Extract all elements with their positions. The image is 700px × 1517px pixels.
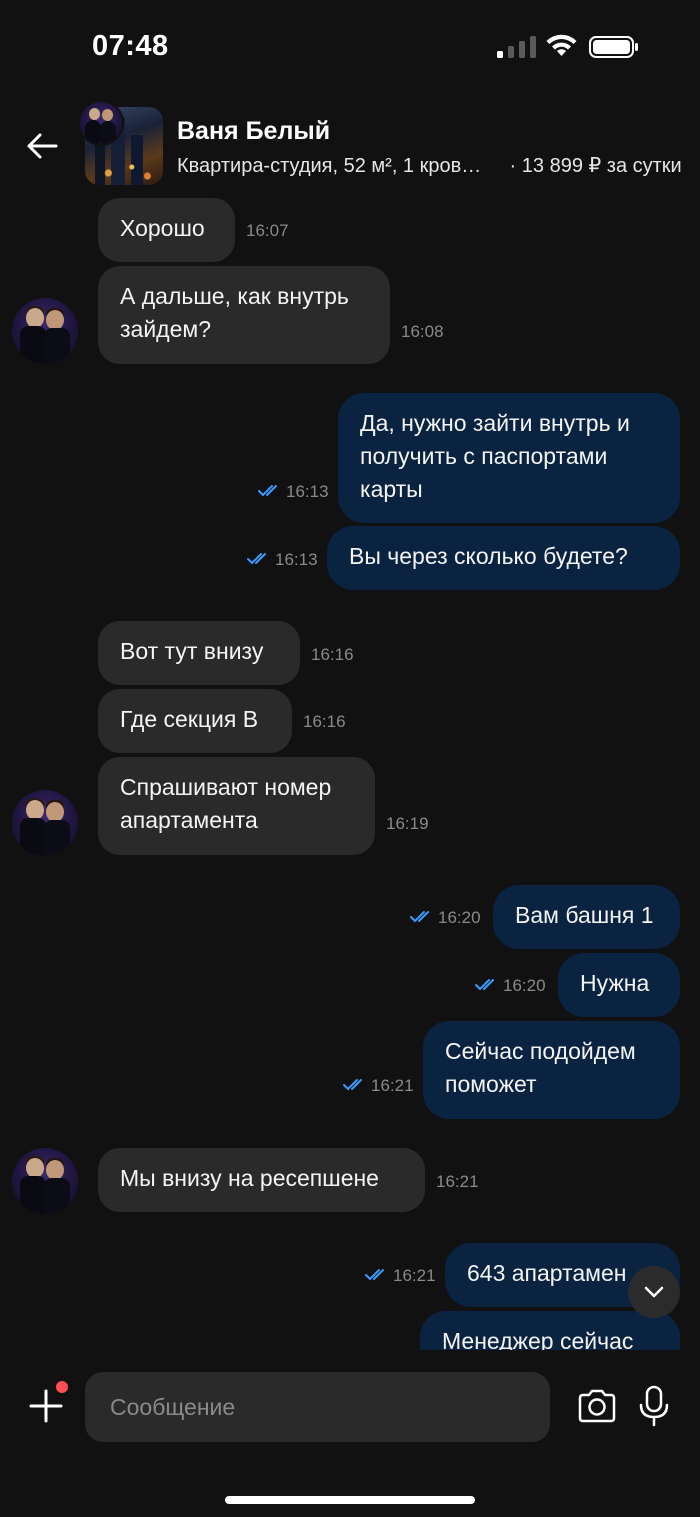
attach-plus-icon[interactable]	[28, 1388, 64, 1424]
message-text: Вот тут внизу	[120, 638, 264, 664]
message-time: 16:08	[401, 322, 444, 341]
message-bubble-outgoing[interactable]: Сейчас подойдем поможет	[423, 1021, 680, 1119]
read-checkmarks-icon	[258, 485, 277, 497]
message-time: 16:21	[436, 1172, 479, 1191]
message-text: Спрашивают номер апартамента	[120, 774, 332, 833]
notification-dot	[56, 1381, 68, 1393]
message-input-container[interactable]	[85, 1372, 550, 1442]
read-checkmarks-icon	[410, 911, 429, 923]
wifi-icon	[546, 34, 577, 56]
message-input[interactable]	[85, 1372, 550, 1442]
message-bubble-incoming[interactable]: Спрашивают номер апартамента	[98, 757, 375, 855]
chat-contact-name[interactable]: Ваня Белый	[177, 117, 330, 146]
message-text: Сейчас подойдем поможет	[445, 1038, 636, 1097]
message-bubble-outgoing[interactable]: Вам башня 1	[493, 885, 680, 949]
listing-title: Квартира-студия, 52 м², 1 кров…	[177, 155, 482, 177]
message-time: 16:13	[286, 482, 329, 501]
host-avatar-small	[78, 100, 124, 146]
message-time: 16:20	[438, 908, 481, 927]
message-text: Мы внизу на ресепшене	[120, 1165, 379, 1191]
message-time: 16:21	[393, 1266, 436, 1285]
message-time: 16:21	[371, 1076, 414, 1095]
battery-icon	[589, 36, 638, 58]
chevron-down-icon	[644, 1286, 664, 1298]
message-text: 643 апартамен	[467, 1260, 627, 1286]
back-arrow-icon[interactable]	[24, 128, 60, 164]
sender-avatar[interactable]	[12, 1148, 78, 1214]
message-time: 16:07	[246, 221, 289, 240]
read-checkmarks-icon	[343, 1079, 362, 1091]
home-indicator	[225, 1496, 475, 1504]
message-text: Хорошо	[120, 215, 205, 241]
cellular-signal-icon	[497, 36, 536, 58]
message-bubble-incoming[interactable]: А дальше, как внутрь зайдем?	[98, 266, 390, 364]
message-bubble-incoming[interactable]: Вот тут внизу	[98, 621, 300, 685]
sender-avatar[interactable]	[12, 298, 78, 364]
message-text: Вы через сколько будете?	[349, 543, 628, 569]
message-time: 16:16	[311, 645, 354, 664]
listing-summary[interactable]: Квартира-студия, 52 м², 1 кров… · 13 899…	[177, 153, 682, 178]
listing-price: · 13 899 ₽ за сутки	[504, 155, 682, 177]
microphone-icon[interactable]	[638, 1385, 670, 1427]
read-checkmarks-icon	[247, 553, 266, 565]
message-time: 16:20	[503, 976, 546, 995]
message-bubble-outgoing[interactable]: Да, нужно зайти внутрь и получить с пасп…	[338, 393, 680, 523]
scroll-to-bottom-button[interactable]	[628, 1266, 680, 1318]
message-bubble-incoming[interactable]: Хорошо	[98, 198, 235, 262]
message-text: Вам башня 1	[515, 902, 654, 928]
message-time: 16:16	[303, 712, 346, 731]
status-time: 07:48	[92, 30, 169, 62]
message-bubble-incoming[interactable]: Где секция В	[98, 689, 292, 753]
message-time: 16:19	[386, 814, 429, 833]
message-time: 16:13	[275, 550, 318, 569]
message-bubble-outgoing[interactable]: Вы через сколько будете?	[327, 526, 680, 590]
camera-icon[interactable]	[576, 1385, 618, 1427]
message-text: Да, нужно зайти внутрь и получить с пасп…	[360, 410, 630, 502]
message-text: Нужна	[580, 970, 650, 996]
read-checkmarks-icon	[365, 1269, 384, 1281]
sender-avatar[interactable]	[12, 790, 78, 856]
message-text: А дальше, как внутрь зайдем?	[120, 283, 349, 342]
message-bubble-incoming[interactable]: Мы внизу на ресепшене	[98, 1148, 425, 1212]
message-text: Где секция В	[120, 706, 259, 732]
message-bubble-outgoing[interactable]: Нужна	[558, 953, 680, 1017]
read-checkmarks-icon	[475, 979, 494, 991]
